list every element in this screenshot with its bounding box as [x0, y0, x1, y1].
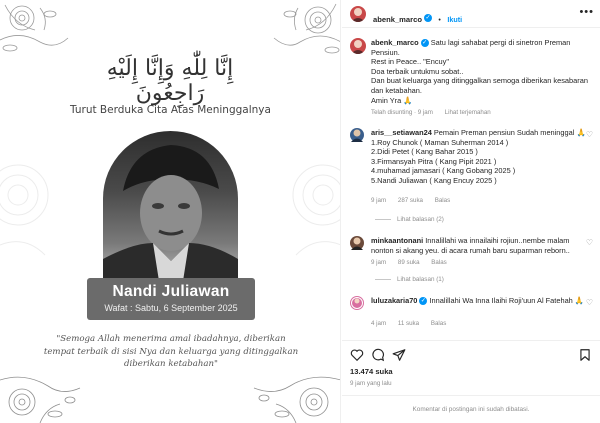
post-header: abenk_marco ✓ • Ikuti •••	[342, 0, 600, 28]
commenter-avatar[interactable]	[350, 236, 364, 250]
header-separator: •	[438, 17, 441, 24]
commenter-avatar[interactable]	[350, 128, 364, 142]
bookmark-icon[interactable]	[578, 348, 592, 362]
comments-limited-notice: Komentar di postingan ini sudah dibatasi…	[342, 395, 600, 423]
deceased-name: Nandi Juliawan	[112, 283, 230, 300]
author-avatar[interactable]	[350, 6, 366, 22]
like-comment-heart-icon[interactable]: ♡	[586, 298, 593, 307]
comment-time: 4 jam	[371, 320, 387, 327]
comment-username[interactable]: luluzakaria70	[371, 296, 417, 305]
caption-username[interactable]: abenk_marco	[371, 38, 419, 47]
floral-decoration-bottom-right	[253, 376, 340, 423]
arabic-calligraphy: إِنَّا لِلّٰهِ وَإِنَّا إِلَيْهِ رَاجِعُ…	[106, 56, 234, 106]
name-plate: Nandi Juliawan Wafat : Sabtu, 6 Septembe…	[87, 278, 255, 320]
floral-watermark-right	[292, 164, 340, 256]
like-count[interactable]: 13.474 suka	[350, 367, 393, 376]
verified-badge-icon: ✓	[419, 297, 428, 306]
author-username[interactable]: abenk_marco	[373, 15, 422, 24]
comment-meta: 4 jam 11 suka Balas	[371, 320, 456, 327]
verified-badge-icon: ✓	[420, 39, 429, 48]
verified-badge-icon: ✓	[423, 13, 432, 22]
caption-line: Amin Yra 🙏	[371, 95, 413, 105]
comment-text: luluzakaria70 ✓ Innalillahi Wa Inna Ilaih…	[371, 296, 589, 306]
comment-line: 4.muhamad jamasari ( Kang Gobang 2025 )	[371, 166, 516, 176]
commenter-avatar[interactable]	[350, 296, 364, 310]
replies-divider	[375, 218, 391, 220]
follow-button[interactable]: Ikuti	[447, 15, 462, 24]
comment-line: Innalillahi Wa Inna Ilaihi Roji'uun Al F…	[429, 296, 585, 305]
caption-line: Dan buat keluarga yang ditinggalkan semo…	[371, 76, 588, 95]
comment-meta: 9 jam 89 suka Balas	[371, 259, 457, 266]
more-icon[interactable]: •••	[579, 6, 594, 18]
comment: minkaantonani Innalillahi wa innailaihi …	[350, 236, 595, 286]
view-replies[interactable]: Lihat balasan (2)	[375, 216, 444, 223]
reply-button[interactable]: Balas	[431, 259, 446, 266]
post-sidebar: abenk_marco ✓ • Ikuti ••• abenk_marco ✓ Sa…	[342, 0, 600, 423]
comment-meta: 9 jam 287 suka Balas	[371, 197, 460, 204]
comment-username[interactable]: aris__setiawan24	[371, 128, 432, 137]
comment-likes[interactable]: 11 suka	[398, 320, 419, 327]
view-replies-label[interactable]: Lihat balasan (1)	[397, 276, 444, 283]
floral-watermark-left	[0, 164, 49, 256]
caption: abenk_marco ✓ Satu lagi sahabat pergi di …	[350, 38, 595, 118]
portrait-photo	[103, 131, 238, 281]
floral-decoration-top-left	[0, 4, 69, 52]
comment-likes[interactable]: 89 suka	[398, 259, 420, 266]
caption-line: Rest in Peace.. "Encuy"	[371, 57, 449, 67]
replies-divider	[375, 278, 391, 280]
comment-text: aris__setiawan24 Pemain Preman pensiun S…	[371, 128, 589, 186]
comment-line: Pemain Preman pensiun Sudah meninggal 🙏	[433, 128, 586, 137]
post-image[interactable]: إِنَّا لِلّٰهِ وَإِنَّا إِلَيْهِ رَاجِعُ…	[0, 0, 341, 423]
condolence-heading: Turut Berduka Cita Atas Meninggalnya	[70, 104, 271, 116]
caption-text: abenk_marco ✓ Satu lagi sahabat pergi di …	[371, 38, 589, 105]
comment-line: 1.Roy Chunok ( Maman Suherman 2014 )	[371, 137, 509, 147]
comment-bubble-icon[interactable]	[371, 348, 385, 362]
translate-link[interactable]: Lihat terjemahan	[445, 109, 491, 116]
reply-button[interactable]: Balas	[435, 197, 450, 204]
comment-line: 3.Firmansyah Pitra ( Kang Pipit 2021 )	[371, 156, 497, 166]
caption-meta: Telah disunting · 9 jam Lihat terjemahan	[371, 109, 501, 116]
comment-time: 9 jam	[371, 259, 387, 266]
comment: luluzakaria70 ✓ Innalillahi Wa Inna Ilaih…	[350, 296, 595, 332]
comment-text: minkaantonani Innalillahi wa innailaihi …	[371, 236, 589, 255]
floral-decoration-top-right	[273, 3, 340, 54]
comment-time: 9 jam	[371, 197, 387, 204]
death-date: Wafat : Sabtu, 6 September 2025	[104, 303, 238, 313]
like-comment-heart-icon[interactable]: ♡	[586, 130, 593, 139]
view-replies[interactable]: Lihat balasan (1)	[375, 276, 444, 283]
comment-line: 2.Didi Petet ( Kang Bahar 2015 )	[371, 147, 478, 157]
comment-username[interactable]: minkaantonani	[371, 236, 423, 245]
caption-avatar[interactable]	[350, 38, 366, 54]
reply-button[interactable]: Balas	[431, 320, 446, 327]
view-replies-label[interactable]: Lihat balasan (2)	[397, 216, 444, 223]
prayer-quote: "Semoga Allah menerima amal ibadahnya, d…	[43, 334, 299, 369]
edited-label: Telah disunting · 9 jam	[371, 109, 433, 116]
post-time: 9 jam yang lalu	[350, 380, 392, 387]
like-comment-heart-icon[interactable]: ♡	[586, 238, 593, 247]
like-heart-icon[interactable]	[350, 348, 364, 362]
comment-likes[interactable]: 287 suka	[398, 197, 423, 204]
floral-decoration-bottom-left	[0, 376, 81, 423]
comment: aris__setiawan24 Pemain Preman pensiun S…	[350, 128, 595, 228]
caption-line: Doa terbaik untukmu sobat..	[371, 66, 464, 76]
post-actions	[342, 340, 600, 364]
comment-line: 5.Nandi Juliawan ( Kang Encuy 2025 )	[371, 175, 497, 185]
share-send-icon[interactable]	[392, 348, 406, 362]
